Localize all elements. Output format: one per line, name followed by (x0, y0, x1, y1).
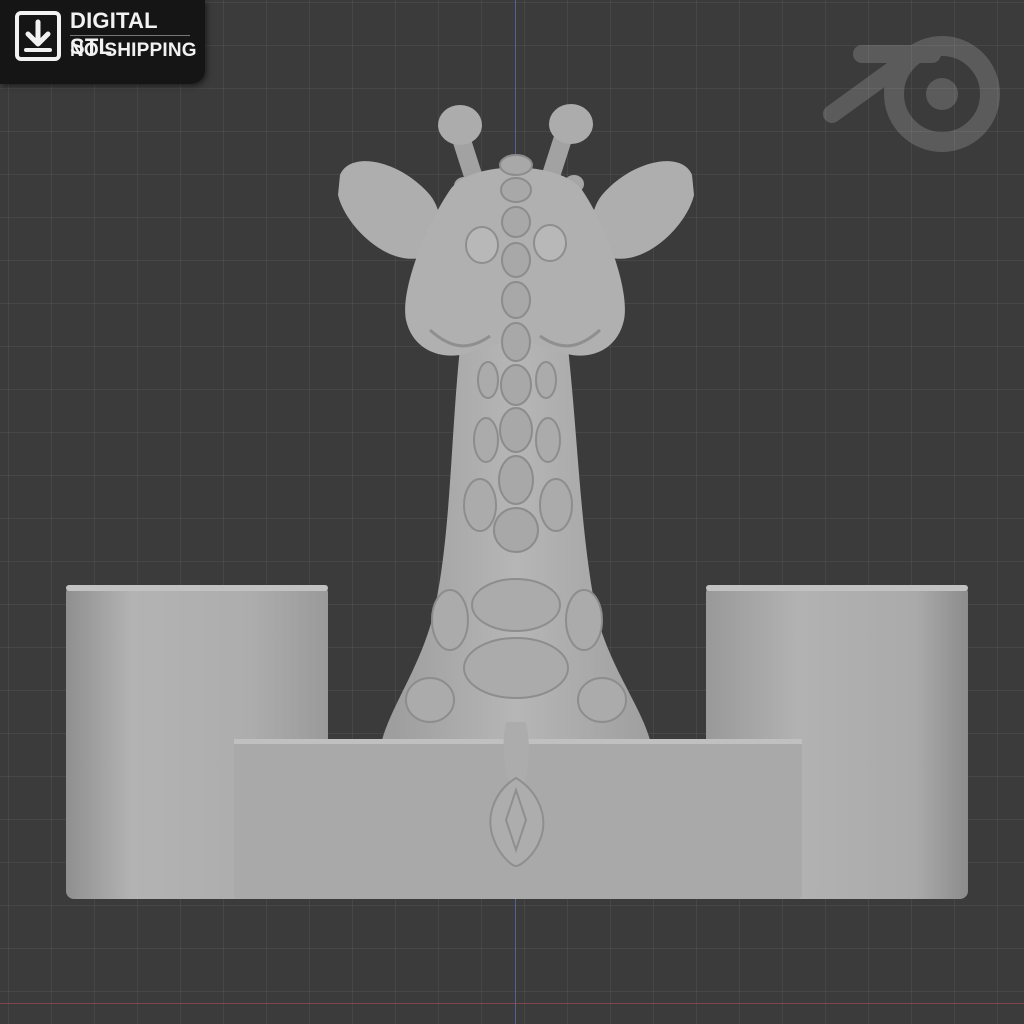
download-icon (15, 11, 61, 61)
3d-viewport[interactable] (0, 0, 1024, 1024)
digital-stl-badge: DIGITAL STL NO SHIPPING (0, 0, 205, 84)
blender-logo-icon (823, 36, 1000, 152)
badge-divider (70, 35, 190, 36)
badge-line-no-shipping: NO SHIPPING (70, 40, 197, 61)
